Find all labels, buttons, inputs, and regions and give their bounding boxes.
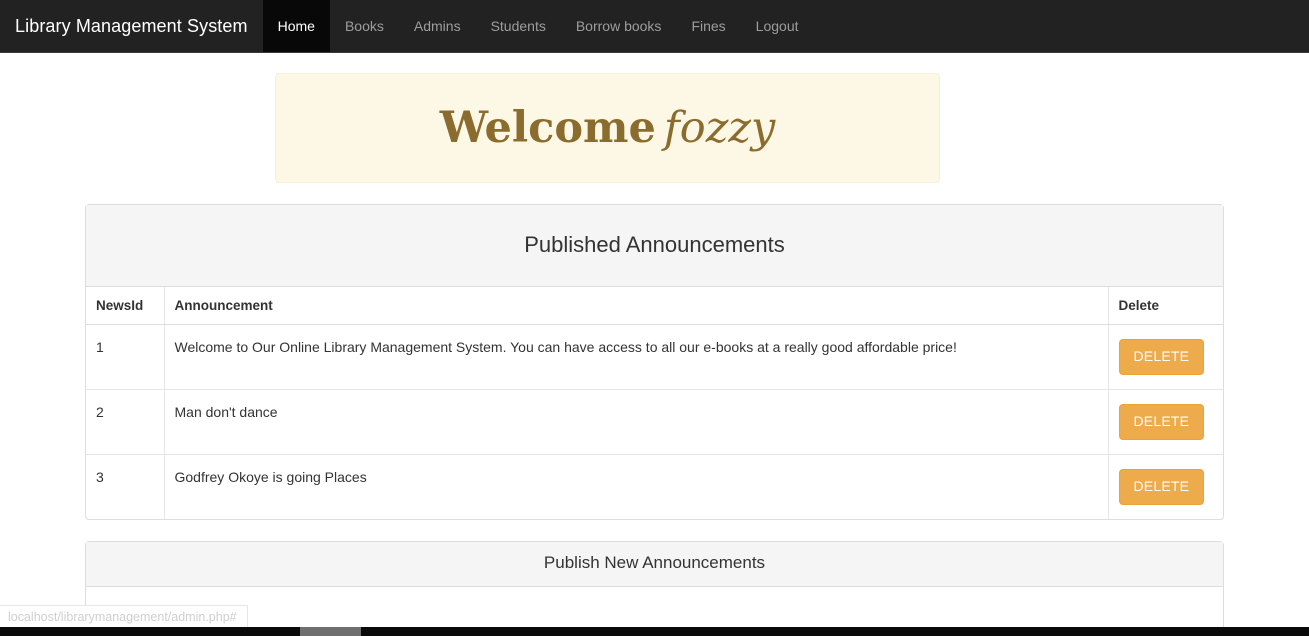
browser-viewport: Library Management System Home Books Adm… bbox=[0, 0, 1309, 636]
delete-button[interactable]: DELETE bbox=[1119, 339, 1205, 375]
column-header-newsid: NewsId bbox=[86, 287, 164, 325]
delete-button[interactable]: DELETE bbox=[1119, 404, 1205, 440]
table-row: 1 Welcome to Our Online Library Manageme… bbox=[86, 325, 1223, 390]
welcome-username: fozzy bbox=[664, 103, 775, 153]
nav-item-home[interactable]: Home bbox=[263, 0, 330, 52]
nav-link-books[interactable]: Books bbox=[330, 0, 399, 52]
column-header-delete: Delete bbox=[1108, 287, 1223, 325]
welcome-banner: Welcomefozzy bbox=[275, 73, 940, 183]
published-announcements-heading: Published Announcements bbox=[86, 205, 1223, 287]
nav-item-books[interactable]: Books bbox=[330, 0, 399, 52]
table-header-row: NewsId Announcement Delete bbox=[86, 287, 1223, 325]
nav-link-borrow-books[interactable]: Borrow books bbox=[561, 0, 677, 52]
cell-delete: DELETE bbox=[1108, 454, 1223, 518]
announcement-field-label: Announcement bbox=[103, 602, 1208, 618]
nav-link-home[interactable]: Home bbox=[263, 0, 330, 52]
nav-item-admins[interactable]: Admins bbox=[399, 0, 476, 52]
publish-announcements-heading: Publish New Announcements bbox=[86, 542, 1223, 587]
status-bar-link-preview: localhost/librarymanagement/admin.php# bbox=[0, 605, 248, 627]
published-announcements-title: Published Announcements bbox=[101, 215, 1208, 276]
navbar-menu: Home Books Admins Students Borrow books … bbox=[263, 0, 814, 52]
navbar-brand[interactable]: Library Management System bbox=[0, 0, 263, 52]
main-navbar: Library Management System Home Books Adm… bbox=[0, 0, 1309, 53]
horizontal-scrollbar-thumb[interactable] bbox=[300, 627, 361, 636]
nav-link-logout[interactable]: Logout bbox=[741, 0, 814, 52]
page-container: Welcomefozzy Published Announcements New… bbox=[85, 73, 1224, 636]
table-row: 3 Godfrey Okoye is going Places DELETE bbox=[86, 454, 1223, 518]
status-bar-url: localhost/librarymanagement/admin.php# bbox=[8, 610, 237, 624]
published-announcements-panel: Published Announcements NewsId Announcem… bbox=[85, 204, 1224, 520]
announcements-table-head: NewsId Announcement Delete bbox=[86, 287, 1223, 325]
nav-link-admins[interactable]: Admins bbox=[399, 0, 476, 52]
welcome-text: Welcomefozzy bbox=[440, 107, 776, 150]
cell-delete: DELETE bbox=[1108, 325, 1223, 390]
cell-newsid: 1 bbox=[86, 325, 164, 390]
table-row: 2 Man don't dance DELETE bbox=[86, 390, 1223, 455]
publish-announcements-panel: Publish New Announcements Announcement bbox=[85, 541, 1224, 636]
announcements-table: NewsId Announcement Delete 1 Welcome to … bbox=[86, 287, 1223, 519]
cell-announcement: Welcome to Our Online Library Management… bbox=[164, 325, 1108, 390]
publish-announcements-title: Publish New Announcements bbox=[101, 552, 1208, 576]
cell-announcement: Godfrey Okoye is going Places bbox=[164, 454, 1108, 518]
cell-newsid: 2 bbox=[86, 390, 164, 455]
nav-item-borrow-books[interactable]: Borrow books bbox=[561, 0, 677, 52]
welcome-greeting: Welcome bbox=[440, 103, 656, 153]
column-header-announcement: Announcement bbox=[164, 287, 1108, 325]
nav-link-students[interactable]: Students bbox=[476, 0, 561, 52]
horizontal-scrollbar[interactable] bbox=[0, 627, 1309, 636]
cell-delete: DELETE bbox=[1108, 390, 1223, 455]
nav-item-students[interactable]: Students bbox=[476, 0, 561, 52]
nav-item-fines[interactable]: Fines bbox=[676, 0, 740, 52]
delete-button[interactable]: DELETE bbox=[1119, 469, 1205, 505]
announcements-table-body: 1 Welcome to Our Online Library Manageme… bbox=[86, 325, 1223, 519]
nav-link-fines[interactable]: Fines bbox=[676, 0, 740, 52]
cell-newsid: 3 bbox=[86, 454, 164, 518]
cell-announcement: Man don't dance bbox=[164, 390, 1108, 455]
nav-item-logout[interactable]: Logout bbox=[741, 0, 814, 52]
